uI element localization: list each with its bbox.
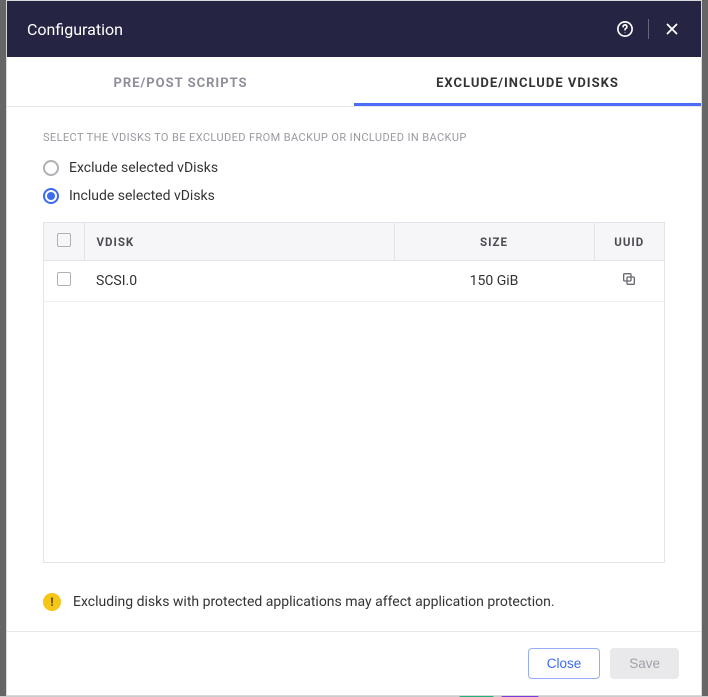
header-vdisk: vDisk <box>84 223 394 261</box>
select-all-checkbox[interactable] <box>57 233 71 247</box>
header-checkbox-cell <box>44 223 84 261</box>
row-checkbox[interactable] <box>57 272 71 286</box>
tab-prepost-scripts[interactable]: Pre/Post Scripts <box>7 63 354 106</box>
radio-icon <box>43 160 59 176</box>
warning-text: Excluding disks with protected applicati… <box>73 594 555 610</box>
row-uuid-cell <box>594 261 664 302</box>
modal-title: Configuration <box>27 20 123 39</box>
help-icon[interactable] <box>616 20 634 38</box>
radio-group: Exclude selected vDisks Include selected… <box>43 160 665 204</box>
row-vdisk-name: SCSI.0 <box>84 261 394 302</box>
header-size: Size <box>394 223 594 261</box>
header-actions <box>616 19 681 39</box>
tab-bar: Pre/Post Scripts Exclude/Include vDisks <box>7 57 701 107</box>
radio-icon <box>43 188 59 204</box>
configuration-modal: Configuration Pre/Post Scripts Exclude/I… <box>6 0 702 696</box>
modal-header: Configuration <box>7 1 701 57</box>
save-button[interactable]: Save <box>610 648 679 679</box>
header-divider <box>648 19 649 39</box>
warning-icon: ! <box>43 593 61 611</box>
modal-body: Select the vDisks to be excluded from ba… <box>7 107 701 579</box>
table-row[interactable]: SCSI.0 150 GiB <box>44 261 664 302</box>
table-header-row: vDisk Size UUID <box>44 223 664 261</box>
radio-include-label: Include selected vDisks <box>69 188 215 204</box>
instructions-text: Select the vDisks to be excluded from ba… <box>43 131 665 144</box>
vdisk-table: vDisk Size UUID SCSI.0 150 GiB <box>43 222 665 563</box>
copy-icon[interactable] <box>621 271 637 287</box>
header-uuid: UUID <box>594 223 664 261</box>
warning-row: ! Excluding disks with protected applica… <box>7 579 701 631</box>
tab-exclude-include-vdisks[interactable]: Exclude/Include vDisks <box>354 63 701 106</box>
close-button[interactable]: Close <box>528 648 601 679</box>
close-icon[interactable] <box>663 20 681 38</box>
row-size: 150 GiB <box>394 261 594 302</box>
radio-include[interactable]: Include selected vDisks <box>43 188 665 204</box>
radio-exclude[interactable]: Exclude selected vDisks <box>43 160 665 176</box>
radio-exclude-label: Exclude selected vDisks <box>69 160 218 176</box>
modal-footer: Close Save <box>7 632 701 695</box>
row-checkbox-cell <box>44 261 84 302</box>
table-empty-area <box>44 302 664 562</box>
